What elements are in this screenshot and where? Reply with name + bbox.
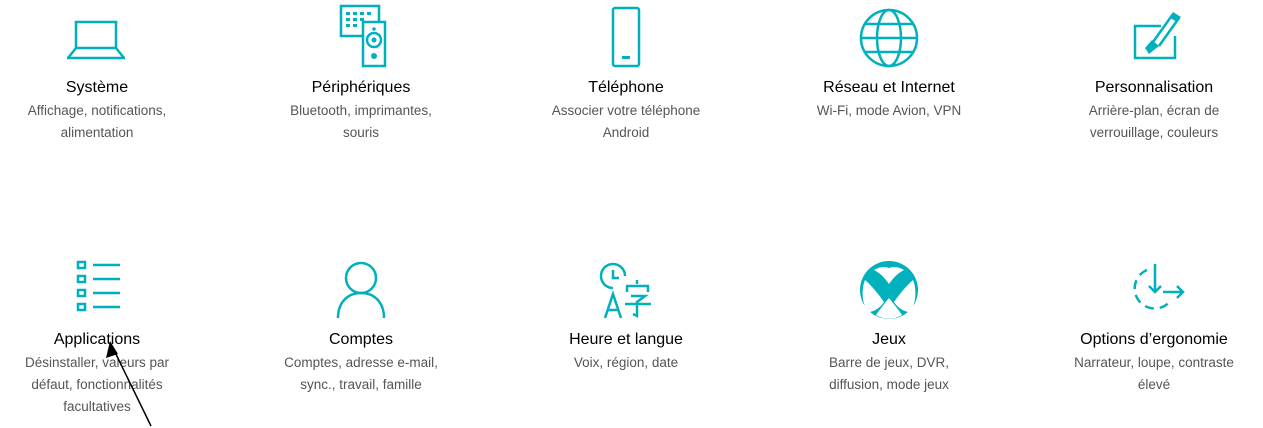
ease-of-access-icon	[1039, 252, 1263, 322]
tile-telephone[interactable]: Téléphone Associer votre téléphone Andro…	[511, 0, 741, 144]
tile-desc-line: sync., travail, famille	[300, 377, 422, 392]
tile-options-ergonomie[interactable]: Options d’ergonomie Narrateur, loupe, co…	[1039, 252, 1263, 396]
laptop-icon	[0, 0, 212, 70]
tile-desc-line: Arrière-plan, écran de	[1088, 103, 1220, 118]
apps-list-icon	[0, 252, 212, 322]
paintbrush-icon	[1039, 0, 1263, 70]
tile-desc-line: Wi-Fi, mode Avion, VPN	[816, 103, 962, 118]
tile-desc-line: Narrateur, loupe, contraste	[1074, 355, 1234, 370]
globe-icon	[774, 0, 1004, 70]
tile-desc-line: facultatives	[63, 399, 131, 414]
tile-title: Périphériques	[311, 79, 411, 96]
tile-desc-line: Voix, région, date	[573, 355, 679, 370]
tile-title: Options d’ergonomie	[1080, 331, 1228, 348]
tile-desc-line: diffusion, mode jeux	[829, 377, 949, 392]
phone-icon	[511, 0, 741, 70]
tile-desc-line: Associer votre téléphone	[551, 103, 701, 118]
tile-desc-line: verrouillage, couleurs	[1089, 125, 1219, 140]
tile-title: Réseau et Internet	[823, 79, 955, 96]
time-language-icon	[511, 252, 741, 322]
tile-reseau-internet[interactable]: Réseau et Internet Wi-Fi, mode Avion, VP…	[774, 0, 1004, 122]
tile-desc-line: Android	[602, 125, 650, 140]
tile-desc-line: Désinstaller, valeurs par	[24, 355, 170, 370]
tile-title: Téléphone	[588, 79, 664, 96]
tile-systeme[interactable]: Système Affichage, notifications, alimen…	[0, 0, 212, 144]
tile-desc-line: élevé	[1137, 377, 1171, 392]
tile-title: Applications	[53, 331, 141, 348]
tile-desc-line: Affichage, notifications,	[27, 103, 167, 118]
tile-desc-line: souris	[342, 125, 379, 140]
tile-desc-line: Barre de jeux, DVR,	[828, 355, 950, 370]
tile-desc-line: Comptes, adresse e-mail,	[284, 355, 438, 370]
tile-title: Jeux	[872, 331, 906, 348]
devices-icon	[246, 0, 476, 70]
tile-desc-line: défaut, fonctionnalités	[31, 377, 163, 392]
person-icon	[246, 252, 476, 322]
tile-personnalisation[interactable]: Personnalisation Arrière-plan, écran de …	[1039, 0, 1263, 144]
tile-title: Système	[65, 79, 129, 96]
tile-comptes[interactable]: Comptes Comptes, adresse e-mail, sync., …	[246, 252, 476, 396]
tile-jeux[interactable]: Jeux Barre de jeux, DVR, diffusion, mode…	[774, 252, 1004, 396]
tile-desc-line: Bluetooth, imprimantes,	[290, 103, 432, 118]
xbox-icon	[774, 252, 1004, 322]
tile-title: Personnalisation	[1094, 79, 1214, 96]
tile-applications[interactable]: Applications Désinstaller, valeurs par d…	[0, 252, 212, 418]
tile-peripheriques[interactable]: Périphériques Bluetooth, imprimantes, so…	[246, 0, 476, 144]
tile-title: Heure et langue	[569, 331, 683, 348]
tile-title: Comptes	[328, 331, 394, 348]
tile-heure-langue[interactable]: Heure et langue Voix, région, date	[511, 252, 741, 374]
tile-desc-line: alimentation	[60, 125, 134, 140]
